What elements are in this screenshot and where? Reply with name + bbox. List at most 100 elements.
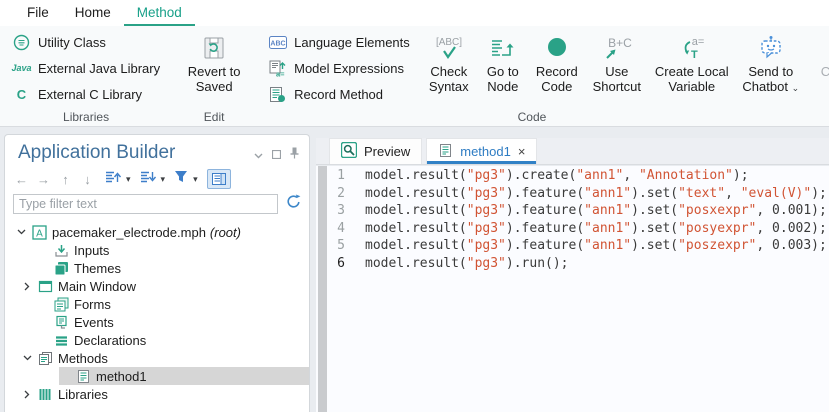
external-c-library-label: External C Library <box>38 87 142 102</box>
code-lines: 1model.result("pg3").create("ann1", "Ann… <box>327 167 829 273</box>
revert-to-saved-button[interactable]: Revert to Saved <box>182 29 246 94</box>
tab-method1[interactable]: method1 × <box>426 138 537 164</box>
revert-to-saved-icon <box>201 32 227 64</box>
group-label-libraries: Libraries <box>0 110 172 124</box>
tab-label: Preview <box>364 144 410 159</box>
external-c-library-button[interactable]: C External C Library <box>4 81 168 107</box>
move-down-icon[interactable]: ↓ <box>79 172 96 187</box>
code-line[interactable]: 2model.result("pg3").feature("ann1").set… <box>327 185 829 203</box>
chevron-down-icon[interactable]: ▾ <box>126 175 131 184</box>
svg-text:T: T <box>691 49 698 61</box>
tree-item-main-window[interactable]: Main Window <box>5 277 309 295</box>
code-text: model.result("pg3").run(); <box>345 255 569 273</box>
language-elements-button[interactable]: ABC Language Elements <box>260 29 418 55</box>
tree-label: Declarations <box>74 333 146 348</box>
line-number: 6 <box>327 255 345 273</box>
utility-class-button[interactable]: Utility Class <box>4 29 168 55</box>
chevron-down-icon[interactable] <box>13 229 29 235</box>
group-label-edit: Edit <box>174 110 254 124</box>
code-text: model.result("pg3").create("ann1", "Anno… <box>345 167 749 185</box>
forward-arrow-icon[interactable]: → <box>35 172 52 187</box>
close-icon[interactable]: × <box>518 145 526 158</box>
chevron-down-icon[interactable] <box>19 355 35 361</box>
show-editor-tools-toggle[interactable] <box>207 169 231 189</box>
tree-item-events[interactable]: Events <box>5 313 309 331</box>
method-document-icon <box>438 143 453 161</box>
code-line[interactable]: 6model.result("pg3").run(); <box>327 255 829 273</box>
tab-preview[interactable]: Preview <box>329 138 422 164</box>
move-up-icon[interactable]: ↑ <box>57 172 74 187</box>
send-to-chatbot-button[interactable]: Send to Chatbot ⌄ <box>738 29 804 94</box>
language-elements-label: Language Elements <box>294 35 410 50</box>
record-code-label: Record Code <box>532 64 582 94</box>
tree-label: Events <box>74 315 114 330</box>
code-line[interactable]: 4model.result("pg3").feature("ann1").set… <box>327 220 829 238</box>
tab-label: method1 <box>460 144 511 159</box>
breakpoint-margin[interactable] <box>318 166 327 412</box>
tab-file[interactable]: File <box>14 0 62 26</box>
line-number: 4 <box>327 220 345 238</box>
create-local-variable-button[interactable]: a=T Create Local Variable <box>652 29 732 94</box>
model-expressions-label: Model Expressions <box>294 61 404 76</box>
tree-item-forms[interactable]: Forms <box>5 295 309 313</box>
use-shortcut-icon: B+C <box>599 32 635 64</box>
record-code-button[interactable]: Record Code <box>532 29 582 94</box>
filter-input[interactable] <box>13 194 278 214</box>
svg-text:a=: a= <box>692 36 705 48</box>
panel-pin-icon[interactable] <box>290 146 299 164</box>
use-shortcut-button[interactable]: B+C Use Shortcut <box>588 29 646 94</box>
tree-item-methods[interactable]: Methods <box>5 349 309 367</box>
tab-home[interactable]: Home <box>62 0 124 26</box>
model-expressions-icon: a= <box>268 60 287 77</box>
chevron-down-icon[interactable]: ▾ <box>193 175 198 184</box>
code-line[interactable]: 5model.result("pg3").feature("ann1").set… <box>327 237 829 255</box>
chevron-right-icon[interactable] <box>19 282 35 291</box>
go-to-node-button[interactable]: Go to Node <box>480 29 526 94</box>
group-label-code: Code <box>256 110 808 124</box>
model-expressions-button[interactable]: a= Model Expressions <box>260 55 418 81</box>
svg-text:[ABC]: [ABC] <box>436 37 462 48</box>
ribbon-group-libraries: Utility Class Java External Java Library… <box>0 26 172 126</box>
application-icon: A <box>29 225 49 240</box>
line-number: 3 <box>327 202 345 220</box>
tab-method[interactable]: Method <box>124 0 195 26</box>
chevron-down-icon: ⌄ <box>792 83 800 93</box>
go-to-node-label: Go to Node <box>480 64 526 94</box>
filter-funnel-icon[interactable] <box>174 170 188 188</box>
application-builder-panel: Application Builder ← → ↑ ↓ ▾ ▾ ▾ <box>4 134 310 412</box>
tree-label: pacemaker_electrode.mph <box>52 225 206 240</box>
continue-button[interactable]: Continue <box>819 29 829 79</box>
code-line[interactable]: 3model.result("pg3").feature("ann1").set… <box>327 202 829 220</box>
methods-icon <box>35 351 55 366</box>
java-icon: Java <box>12 63 31 73</box>
chatbot-icon <box>756 32 786 64</box>
continue-label: Continue <box>821 64 829 79</box>
libraries-icon <box>35 387 55 402</box>
check-syntax-button[interactable]: [ABC] Check Syntax <box>424 29 474 94</box>
code-line[interactable]: 1model.result("pg3").create("ann1", "Ann… <box>327 167 829 185</box>
record-method-button[interactable]: Record Method <box>260 81 418 107</box>
utility-class-label: Utility Class <box>38 35 106 50</box>
chevron-down-icon[interactable]: ▾ <box>161 175 166 184</box>
tree-item-method1[interactable]: method1 <box>5 367 309 385</box>
tree-item-themes[interactable]: Themes <box>5 259 309 277</box>
expand-list-icon[interactable] <box>105 170 121 189</box>
panel-menu-chevron-icon[interactable] <box>254 146 263 164</box>
code-editor[interactable]: 1model.result("pg3").create("ann1", "Ann… <box>316 166 829 412</box>
tree-item-libraries[interactable]: Libraries <box>5 385 309 403</box>
tree-item-declarations[interactable]: Declarations <box>5 331 309 349</box>
line-number: 2 <box>327 185 345 203</box>
panel-restore-icon[interactable] <box>272 146 281 164</box>
tree-item-inputs[interactable]: Inputs <box>5 241 309 259</box>
tree-label: Inputs <box>74 243 109 258</box>
external-java-library-button[interactable]: Java External Java Library <box>4 55 168 81</box>
refresh-icon[interactable] <box>286 194 301 214</box>
forms-icon <box>51 297 71 312</box>
collapse-list-icon[interactable] <box>140 170 156 189</box>
tree-item-root[interactable]: A pacemaker_electrode.mph (root) <box>5 223 309 241</box>
back-arrow-icon[interactable]: ← <box>13 172 30 187</box>
record-method-icon <box>268 86 287 103</box>
events-icon <box>51 315 71 330</box>
chevron-right-icon[interactable] <box>19 390 35 399</box>
line-number: 5 <box>327 237 345 255</box>
